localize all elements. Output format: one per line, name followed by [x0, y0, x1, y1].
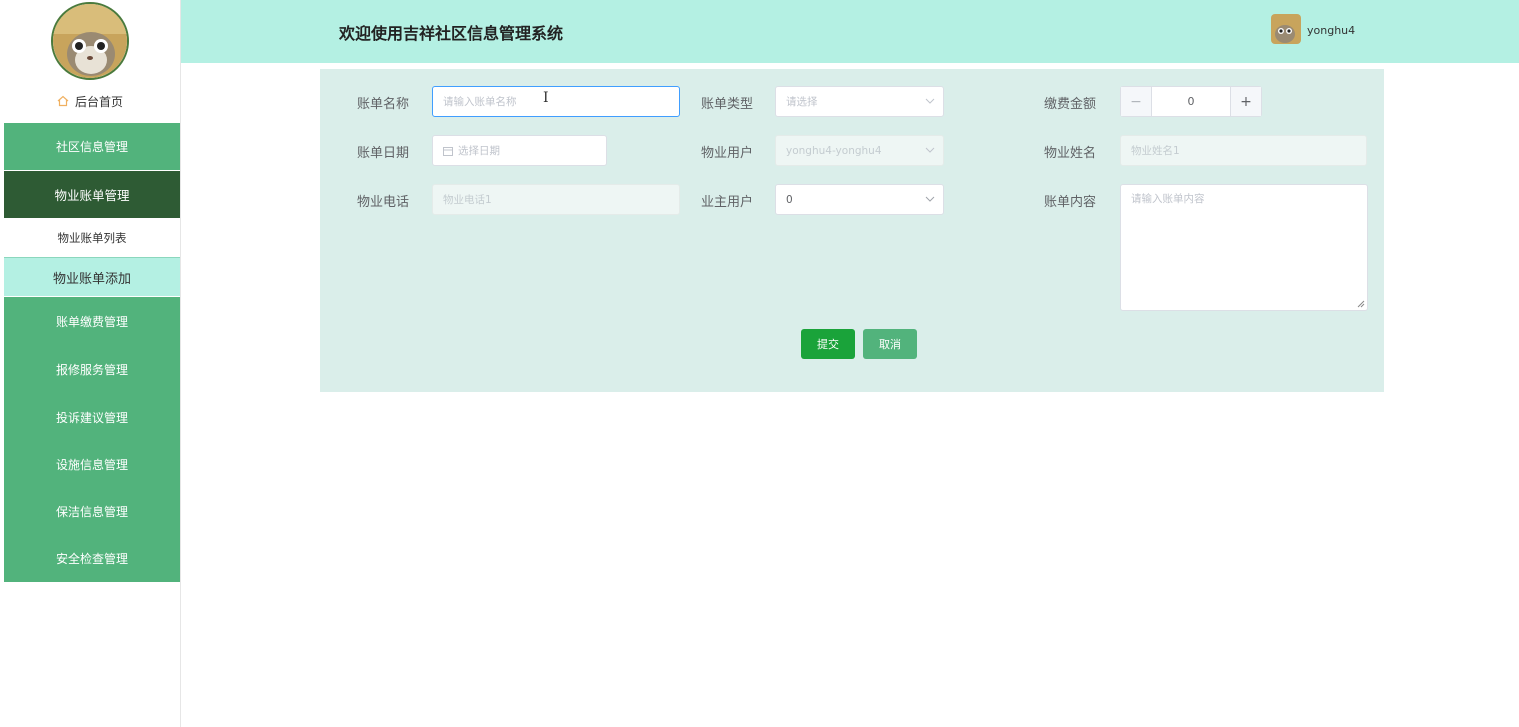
cancel-button[interactable]: 取消 — [863, 329, 917, 359]
sidebar-item-label: 安全检查管理 — [55, 552, 128, 566]
home-icon — [57, 95, 69, 107]
sidebar-item-home[interactable]: 后台首页 — [0, 80, 180, 122]
property-phone-value: 物业电话1 — [443, 194, 492, 206]
amount-value[interactable]: 0 — [1152, 87, 1230, 116]
property-name-label: 物业姓名 — [1044, 146, 1097, 161]
chevron-down-icon — [925, 196, 935, 202]
sidebar-item-label: 物业账单管理 — [54, 188, 130, 203]
bill-name-placeholder: 请输入账单名称 — [443, 96, 517, 108]
property-user-select: yonghu4-yonghu4 — [775, 135, 944, 166]
sidebar: 后台首页 社区信息管理 物业账单管理 物业账单列表 物业账单添加 账单缴费管理 … — [0, 0, 181, 727]
owner-user-label: 业主用户 — [701, 195, 754, 210]
amount-stepper[interactable]: − 0 + — [1120, 86, 1262, 117]
avatar — [51, 2, 129, 80]
amount-label: 缴费金额 — [1044, 97, 1097, 112]
calendar-icon — [443, 146, 453, 156]
sidebar-item-label: 设施信息管理 — [55, 458, 128, 472]
property-phone-label: 物业电话 — [357, 195, 410, 210]
bill-date-picker[interactable]: 选择日期 — [432, 135, 607, 166]
owner-user-select[interactable]: 0 — [775, 184, 944, 215]
sidebar-item-label: 保洁信息管理 — [55, 505, 128, 519]
chevron-down-icon — [925, 98, 935, 104]
sidebar-item-cleaning[interactable]: 保洁信息管理 — [4, 488, 180, 535]
bill-content-textarea[interactable]: 请输入账单内容 — [1120, 184, 1368, 311]
increase-button[interactable]: + — [1230, 87, 1261, 116]
bill-content-label: 账单内容 — [1044, 195, 1097, 210]
sidebar-item-label: 账单缴费管理 — [55, 314, 128, 329]
bill-content-placeholder: 请输入账单内容 — [1131, 193, 1205, 205]
property-user-label: 物业用户 — [701, 146, 754, 161]
sidebar-subitem-label: 物业账单列表 — [57, 230, 127, 245]
chevron-down-icon — [925, 147, 935, 153]
property-name-field: 物业姓名1 — [1120, 135, 1367, 166]
bill-type-placeholder: 请选择 — [786, 96, 818, 108]
bill-name-label: 账单名称 — [357, 97, 410, 112]
sidebar-item-safety-check[interactable]: 安全检查管理 — [4, 535, 180, 582]
sidebar-item-home-label: 后台首页 — [74, 94, 123, 109]
sidebar-item-facilities[interactable]: 设施信息管理 — [4, 441, 180, 488]
sidebar-item-repair-service[interactable]: 报修服务管理 — [4, 345, 180, 393]
owner-user-value: 0 — [786, 193, 793, 206]
user-avatar[interactable] — [1271, 14, 1301, 44]
property-user-value: yonghu4-yonghu4 — [786, 144, 882, 157]
page-title: 欢迎使用吉祥社区信息管理系统 — [339, 24, 564, 43]
text-cursor-icon: I — [543, 90, 549, 106]
sidebar-item-label: 社区信息管理 — [55, 140, 128, 154]
sidebar-subitem-label: 物业账单添加 — [52, 271, 131, 287]
sidebar-item-label: 投诉建议管理 — [55, 410, 128, 425]
sidebar-item-bill-payment[interactable]: 账单缴费管理 — [4, 297, 180, 345]
avatar-container — [0, 0, 180, 80]
bill-name-input[interactable]: 请输入账单名称 I — [432, 86, 680, 117]
bill-add-form: 账单名称 请输入账单名称 I 账单类型 请选择 缴费金额 − 0 + 账单日期 … — [320, 69, 1384, 392]
submit-button[interactable]: 提交 — [801, 329, 855, 359]
bill-date-placeholder: 选择日期 — [458, 145, 500, 157]
sidebar-item-community-info[interactable]: 社区信息管理 — [4, 123, 180, 170]
sidebar-subitem-bill-add[interactable]: 物业账单添加 — [4, 257, 180, 296]
bill-type-select[interactable]: 请选择 — [775, 86, 944, 117]
property-phone-field: 物业电话1 — [432, 184, 680, 215]
sidebar-item-label: 报修服务管理 — [55, 362, 128, 377]
sidebar-subitem-bill-list[interactable]: 物业账单列表 — [4, 218, 180, 257]
sidebar-item-property-bills[interactable]: 物业账单管理 — [4, 171, 180, 218]
resize-handle-icon[interactable] — [1357, 300, 1365, 308]
sidebar-item-complaints[interactable]: 投诉建议管理 — [4, 393, 180, 441]
bill-type-label: 账单类型 — [701, 97, 754, 112]
decrease-button[interactable]: − — [1121, 87, 1152, 116]
bill-date-label: 账单日期 — [357, 146, 410, 161]
property-name-value: 物业姓名1 — [1131, 145, 1180, 157]
top-header: 欢迎使用吉祥社区信息管理系统 yonghu4 — [181, 0, 1519, 63]
username[interactable]: yonghu4 — [1307, 24, 1355, 37]
